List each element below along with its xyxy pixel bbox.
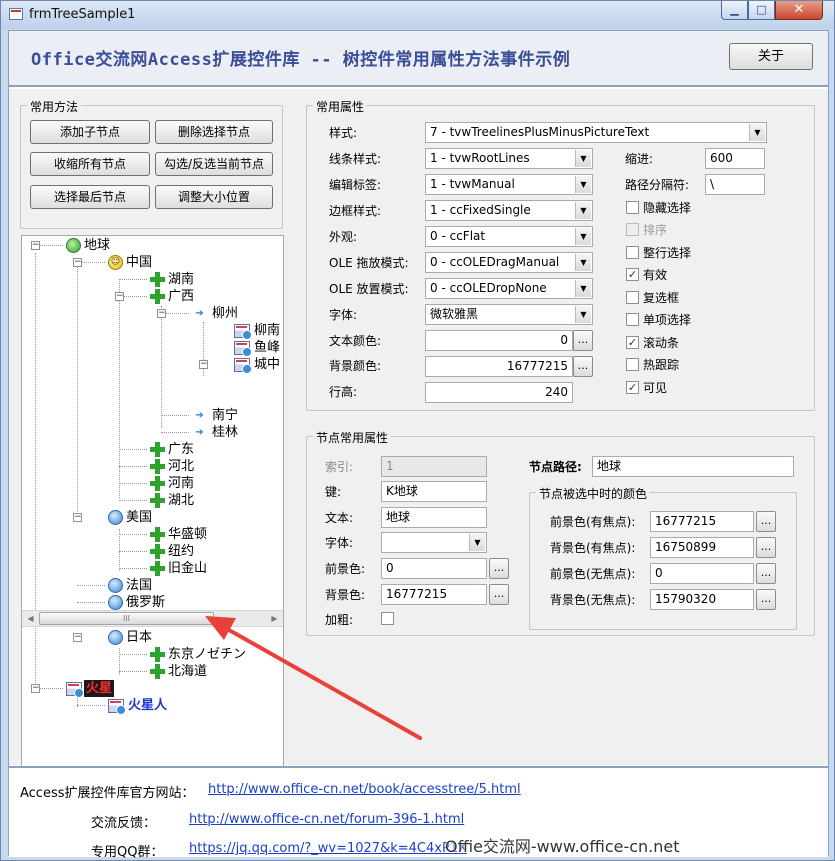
annotation-arrow-icon — [205, 616, 422, 740]
watermark-text: Offie交流网-www.office-cn.net — [445, 837, 680, 856]
